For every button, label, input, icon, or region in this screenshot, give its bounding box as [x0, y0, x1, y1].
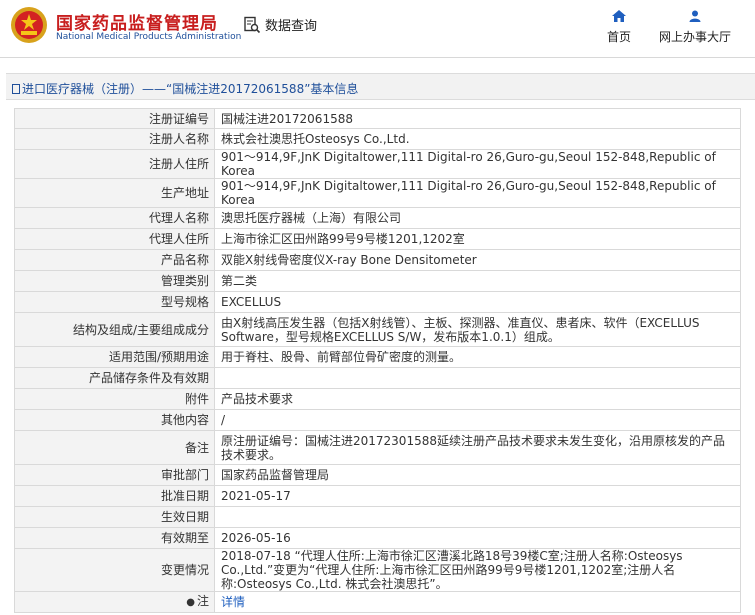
- table-row: 审批部门 国家药品监督管理局: [14, 464, 741, 486]
- nav-home-label: 首页: [606, 30, 631, 44]
- table-row: 生效日期: [14, 506, 741, 528]
- table-row: 型号规格 EXCELLUS: [14, 291, 741, 313]
- details-link[interactable]: 详情: [221, 595, 245, 609]
- field-value: 原注册证编号：国械注进20172301588延续注册产品技术要求未发生变化，沿用…: [214, 430, 741, 465]
- table-row: 生产地址 901～914,9F,JnK Digitaltower,111 Digi…: [14, 178, 741, 208]
- table-row: 其他内容 /: [14, 409, 741, 431]
- field-value: 产品技术要求: [214, 388, 741, 410]
- table-row: 批准日期 2021-05-17: [14, 485, 741, 507]
- table-row: 适用范围/预期用途 用于脊柱、股骨、前臂部位骨矿密度的测量。: [14, 346, 741, 368]
- field-label: 审批部门: [14, 464, 215, 486]
- field-value: 由X射线高压发生器（包括X射线管）、主板、探测器、准直仪、患者床、软件（EXCE…: [214, 312, 741, 347]
- table-row: 注册证编号 国械注进20172061588: [14, 108, 741, 129]
- field-value: EXCELLUS: [214, 291, 741, 313]
- nav-home[interactable]: 首页: [601, 10, 637, 45]
- field-value: 国械注进20172061588: [214, 108, 741, 129]
- header-divider: [0, 57, 755, 58]
- field-label: 注册证编号: [14, 108, 215, 129]
- table-row: 注册人住所 901～914,9F,JnK Digitaltower,111 Dig…: [14, 149, 741, 179]
- table-row: 代理人名称 澳思托医疗器械（上海）有限公司: [14, 207, 741, 229]
- field-label: 生产地址: [14, 178, 215, 208]
- note-value-cell: 详情: [214, 591, 741, 613]
- record-title-bar: 进口医疗器械（注册）——“国械注进20172061588”基本信息: [6, 73, 755, 100]
- user-icon: [689, 10, 701, 22]
- table-row: 有效期至 2026-05-16: [14, 527, 741, 549]
- field-label: 其他内容: [14, 409, 215, 431]
- field-value: 第二类: [214, 270, 741, 292]
- registration-info-table: 注册证编号 国械注进20172061588 注册人名称 株式会社澳思托Osteosys…: [14, 108, 741, 613]
- field-label: 变更情况: [14, 548, 215, 592]
- field-label: 注册人住所: [14, 149, 215, 179]
- field-value: 2018-07-18 “代理人住所:上海市徐汇区漕溪北路18号39楼C室;注册人…: [214, 548, 741, 592]
- nav-online-service-hall[interactable]: 网上办事大厅: [655, 10, 735, 45]
- record-title: 进口医疗器械（注册）——“国械注进20172061588”基本信息: [12, 80, 358, 97]
- field-value: 株式会社澳思托Osteosys Co.,Ltd.: [214, 128, 741, 150]
- field-label: 适用范围/预期用途: [14, 346, 215, 368]
- field-value: 用于脊柱、股骨、前臂部位骨矿密度的测量。: [214, 346, 741, 368]
- nav-online-service-hall-label: 网上办事大厅: [658, 30, 731, 44]
- table-row: 附件 产品技术要求: [14, 388, 741, 410]
- field-label: 生效日期: [14, 506, 215, 528]
- table-row: 产品储存条件及有效期: [14, 367, 741, 389]
- field-label: 代理人住所: [14, 228, 215, 250]
- field-value: 901～914,9F,JnK Digitaltower,111 Digital-…: [214, 178, 741, 208]
- site-logo-title[interactable]: 国家药品监督管理局: [56, 9, 218, 34]
- field-value: /: [214, 409, 741, 431]
- record-title-text: 进口医疗器械（注册）——“国械注进20172061588”基本信息: [22, 82, 359, 96]
- field-label: 结构及组成/主要组成成分: [14, 312, 215, 347]
- site-logo-subtitle: National Medical Products Administration: [56, 32, 242, 42]
- field-value: [214, 506, 741, 528]
- field-label: 有效期至: [14, 527, 215, 549]
- field-value: 双能X射线骨密度仪X-ray Bone Densitometer: [214, 249, 741, 271]
- field-label: 代理人名称: [14, 207, 215, 229]
- field-value: 901～914,9F,JnK Digitaltower,111 Digital-…: [214, 149, 741, 179]
- field-label: 注册人名称: [14, 128, 215, 150]
- field-label: 备注: [14, 430, 215, 465]
- field-value: 国家药品监督管理局: [214, 464, 741, 486]
- field-value: 澳思托医疗器械（上海）有限公司: [214, 207, 741, 229]
- field-value: [214, 367, 741, 389]
- note-label-cell: ● 注: [14, 591, 215, 613]
- field-label: 附件: [14, 388, 215, 410]
- home-icon: [612, 10, 626, 22]
- field-value: 2021-05-17: [214, 485, 741, 507]
- field-label: 管理类别: [14, 270, 215, 292]
- table-row: 注册人名称 株式会社澳思托Osteosys Co.,Ltd.: [14, 128, 741, 150]
- data-search-label: 数据查询: [265, 19, 318, 34]
- field-label: 产品储存条件及有效期: [14, 367, 215, 389]
- note-label: 注: [196, 594, 209, 608]
- table-row: 产品名称 双能X射线骨密度仪X-ray Bone Densitometer: [14, 249, 741, 271]
- document-icon: [12, 84, 20, 94]
- field-label: 产品名称: [14, 249, 215, 271]
- lightbulb-icon: ●: [186, 597, 195, 608]
- table-row: 结构及组成/主要组成成分 由X射线高压发生器（包括X射线管）、主板、探测器、准直仪…: [14, 312, 741, 347]
- data-search-link[interactable]: 数据查询: [243, 15, 317, 34]
- national-emblem-icon: [11, 7, 47, 43]
- table-row: 备注 原注册证编号：国械注进20172301588延续注册产品技术要求未发生变化，…: [14, 430, 741, 465]
- table-row: 管理类别 第二类: [14, 270, 741, 292]
- field-label: 型号规格: [14, 291, 215, 313]
- site-header: 国家药品监督管理局 National Medical Products Admi…: [0, 0, 755, 56]
- field-label: 批准日期: [14, 485, 215, 507]
- search-document-icon: [244, 16, 261, 33]
- table-row: 变更情况 2018-07-18 “代理人住所:上海市徐汇区漕溪北路18号39楼C室…: [14, 548, 741, 592]
- table-row: 代理人住所 上海市徐汇区田州路99号9号楼1201,1202室: [14, 228, 741, 250]
- field-value: 2026-05-16: [214, 527, 741, 549]
- table-row-note: ● 注详情: [14, 591, 741, 613]
- field-value: 上海市徐汇区田州路99号9号楼1201,1202室: [214, 228, 741, 250]
